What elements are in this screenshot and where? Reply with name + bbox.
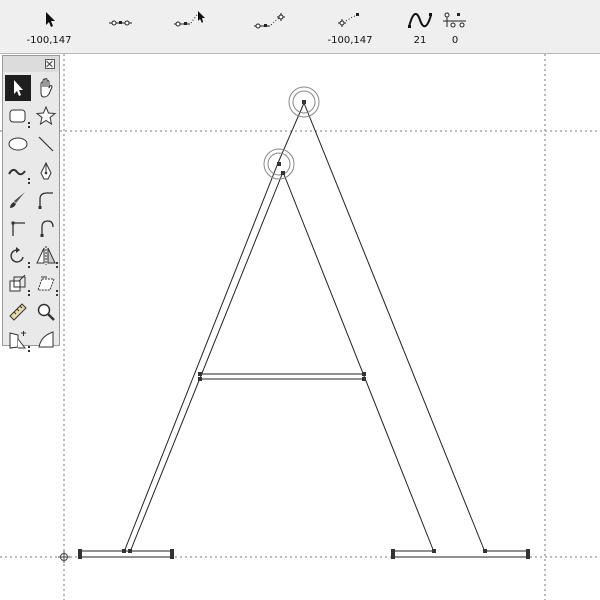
measure-tool-icon xyxy=(9,303,27,321)
knife-tool[interactable] xyxy=(33,327,59,353)
rounded-rect-tool[interactable] xyxy=(5,103,31,129)
pen-tool[interactable] xyxy=(33,159,59,185)
curve-tool-icon xyxy=(38,192,53,209)
close-icon[interactable] xyxy=(45,59,55,69)
toolbox-titlebar[interactable] xyxy=(3,56,59,72)
smooth-corner-tool[interactable] xyxy=(33,215,59,241)
path-nodes[interactable] xyxy=(78,372,530,559)
line-tool[interactable] xyxy=(33,131,59,157)
knife-tool-icon xyxy=(38,331,54,348)
brush-tool[interactable] xyxy=(5,187,31,213)
ellipse-tool-icon xyxy=(8,137,28,151)
selected-node-inner-apex[interactable] xyxy=(263,148,295,180)
pointer-tool[interactable] xyxy=(5,75,31,101)
measure-tool[interactable] xyxy=(5,299,31,325)
scale-tool[interactable] xyxy=(5,271,31,297)
freehand-tool[interactable] xyxy=(5,159,31,185)
hand-tool[interactable] xyxy=(33,75,59,101)
pointer-tool-icon xyxy=(14,80,23,96)
rotate-tool[interactable] xyxy=(5,243,31,269)
perspective-tool[interactable] xyxy=(5,327,31,353)
selected-node-apex[interactable] xyxy=(288,86,320,118)
skew-tool[interactable] xyxy=(33,271,59,297)
smooth-corner-tool-icon xyxy=(40,220,54,237)
curve-tool[interactable] xyxy=(33,187,59,213)
star-tool-icon xyxy=(35,105,57,126)
star-tool[interactable] xyxy=(33,103,59,129)
toolbox-panel[interactable] xyxy=(2,55,60,352)
hand-tool-icon xyxy=(40,78,53,98)
line-tool-icon xyxy=(38,136,54,152)
mirror-tool[interactable] xyxy=(33,243,59,269)
letter-a-path[interactable] xyxy=(80,102,528,558)
corner-tool-icon xyxy=(11,221,25,236)
drawing-canvas[interactable] xyxy=(0,54,600,600)
zoom-tool-icon xyxy=(37,303,55,321)
pen-tool-icon xyxy=(40,161,52,180)
ellipse-tool[interactable] xyxy=(5,131,31,157)
origin-marker[interactable] xyxy=(58,551,70,563)
brush-tool-icon xyxy=(10,192,25,208)
canvas-artwork[interactable] xyxy=(0,0,600,600)
corner-tool[interactable] xyxy=(5,215,31,241)
zoom-tool[interactable] xyxy=(33,299,59,325)
guide-lines xyxy=(0,54,600,600)
